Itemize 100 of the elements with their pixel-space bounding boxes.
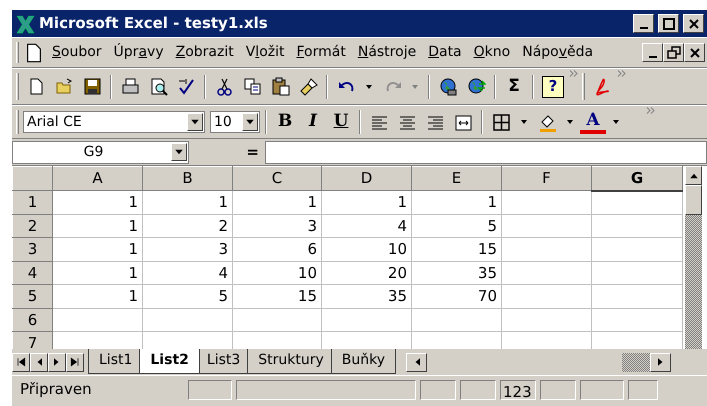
sheet-tab[interactable]: Buňky bbox=[330, 349, 396, 374]
paint-bucket-icon[interactable] bbox=[538, 112, 556, 132]
menu-item[interactable]: Zobrazit bbox=[170, 40, 239, 65]
caret-icon[interactable] bbox=[520, 118, 528, 126]
first-sheet-button[interactable] bbox=[12, 352, 30, 372]
font-dropdown[interactable]: Arial CE bbox=[23, 111, 205, 133]
column-header[interactable]: B bbox=[142, 166, 232, 190]
close-button[interactable] bbox=[684, 43, 705, 62]
menu-item[interactable]: Okno bbox=[468, 40, 516, 65]
column-header[interactable]: C bbox=[232, 166, 322, 190]
scroll-thumb[interactable] bbox=[685, 185, 702, 215]
menu-item[interactable]: Nástroje bbox=[352, 40, 422, 65]
caret-icon[interactable] bbox=[566, 118, 574, 126]
merge-center-icon[interactable] bbox=[454, 112, 472, 132]
name-box[interactable]: G9 bbox=[12, 140, 189, 164]
formula-field[interactable] bbox=[265, 140, 707, 164]
column-header[interactable]: D bbox=[322, 166, 412, 190]
table-cell: 35 bbox=[322, 284, 412, 308]
row-header[interactable]: 6 bbox=[12, 308, 52, 332]
cell-reference: G9 bbox=[84, 142, 104, 162]
font-name: Arial CE bbox=[27, 112, 82, 132]
app-logo-icon bbox=[15, 14, 35, 34]
maximize-button[interactable] bbox=[658, 14, 679, 33]
sheet-tab[interactable]: List2 bbox=[139, 349, 200, 374]
copy-icon[interactable] bbox=[242, 77, 262, 96]
table-cell: 1 bbox=[52, 238, 142, 261]
scroll-left-button[interactable] bbox=[406, 352, 428, 372]
table-cell: 5 bbox=[412, 214, 502, 238]
bold-button[interactable]: B bbox=[272, 109, 298, 135]
table-cell: 10 bbox=[322, 238, 412, 261]
table-cell: 4 bbox=[322, 214, 412, 238]
status-pane bbox=[580, 380, 624, 400]
caret-icon[interactable] bbox=[365, 82, 373, 90]
spelling-check-icon[interactable] bbox=[176, 77, 196, 96]
table-cell: 1 bbox=[52, 214, 142, 238]
menu-item[interactable]: Úpravy bbox=[108, 40, 169, 65]
font-color-button[interactable]: A bbox=[580, 110, 606, 134]
row-header[interactable]: 1 bbox=[12, 190, 52, 214]
previous-sheet-button[interactable] bbox=[30, 352, 48, 372]
menu-item[interactable]: Vložit bbox=[240, 40, 290, 65]
close-button[interactable] bbox=[683, 14, 704, 33]
minimize-button[interactable] bbox=[642, 43, 663, 62]
menu-item[interactable]: Data bbox=[423, 40, 467, 65]
status-pane bbox=[420, 380, 456, 400]
table-cell: 70 bbox=[412, 284, 502, 308]
restore-icon bbox=[666, 44, 682, 60]
row-header[interactable]: 7 bbox=[12, 332, 52, 349]
minimize-icon bbox=[640, 24, 648, 32]
table-cell: 4 bbox=[142, 261, 232, 284]
table-cell: 15 bbox=[232, 284, 322, 308]
window-title: Microsoft Excel - testy1.xls bbox=[39, 13, 268, 34]
row-header[interactable]: 2 bbox=[12, 214, 52, 238]
clipboard-icon[interactable] bbox=[270, 77, 290, 96]
table-cell: 35 bbox=[412, 261, 502, 284]
printer-icon[interactable] bbox=[120, 77, 140, 96]
row-header[interactable]: 4 bbox=[12, 261, 52, 284]
more-icon[interactable] bbox=[569, 69, 578, 78]
table-cell: 1 bbox=[52, 261, 142, 284]
status-pane bbox=[188, 380, 232, 400]
column-header[interactable]: G bbox=[592, 166, 682, 190]
globe-icon[interactable] bbox=[466, 77, 486, 96]
more-icon[interactable] bbox=[617, 69, 626, 78]
scissors-icon[interactable] bbox=[214, 77, 234, 96]
table-cell: 1 bbox=[412, 190, 502, 214]
minimize-button[interactable] bbox=[633, 14, 654, 33]
folder-icon[interactable] bbox=[54, 77, 74, 96]
next-sheet-button[interactable] bbox=[48, 352, 66, 372]
font-size-value: 10 bbox=[214, 112, 232, 132]
table-cell: 1 bbox=[322, 190, 412, 214]
paintbrush-icon[interactable] bbox=[298, 77, 318, 96]
scroll-thumb[interactable] bbox=[622, 352, 650, 372]
column-header[interactable]: E bbox=[412, 166, 502, 190]
table-cell: 15 bbox=[412, 238, 502, 261]
italic-button[interactable]: I bbox=[300, 109, 326, 135]
table-cell: 10 bbox=[232, 261, 322, 284]
select-all-button[interactable] bbox=[12, 166, 52, 190]
restore-button[interactable] bbox=[663, 43, 684, 62]
last-sheet-button[interactable] bbox=[66, 352, 84, 372]
globe-icon[interactable] bbox=[438, 77, 458, 96]
menu-item[interactable]: Soubor bbox=[47, 40, 107, 65]
menu-item[interactable]: Nápověda bbox=[517, 40, 598, 65]
font-size-dropdown[interactable]: 10 bbox=[210, 111, 260, 133]
scroll-right-button[interactable] bbox=[650, 352, 672, 372]
table-cell: 2 bbox=[142, 214, 232, 238]
table-cell: 1 bbox=[52, 284, 142, 308]
help-button[interactable]: ? bbox=[542, 76, 564, 98]
status-pane bbox=[628, 380, 658, 400]
column-header[interactable]: A bbox=[52, 166, 142, 190]
print-preview-icon[interactable] bbox=[148, 77, 168, 96]
row-header[interactable]: 5 bbox=[12, 284, 52, 308]
menu-item[interactable]: Formát bbox=[291, 40, 351, 65]
row-header[interactable]: 3 bbox=[12, 238, 52, 261]
autosum-button[interactable]: Σ bbox=[501, 74, 527, 100]
column-header[interactable]: F bbox=[502, 166, 592, 190]
scroll-up-button[interactable] bbox=[685, 166, 702, 185]
caret-icon[interactable] bbox=[612, 118, 620, 126]
status-pane bbox=[460, 380, 496, 400]
more-icon[interactable] bbox=[646, 106, 655, 115]
borders-icon[interactable] bbox=[492, 112, 510, 132]
underline-button[interactable]: U bbox=[328, 109, 354, 135]
